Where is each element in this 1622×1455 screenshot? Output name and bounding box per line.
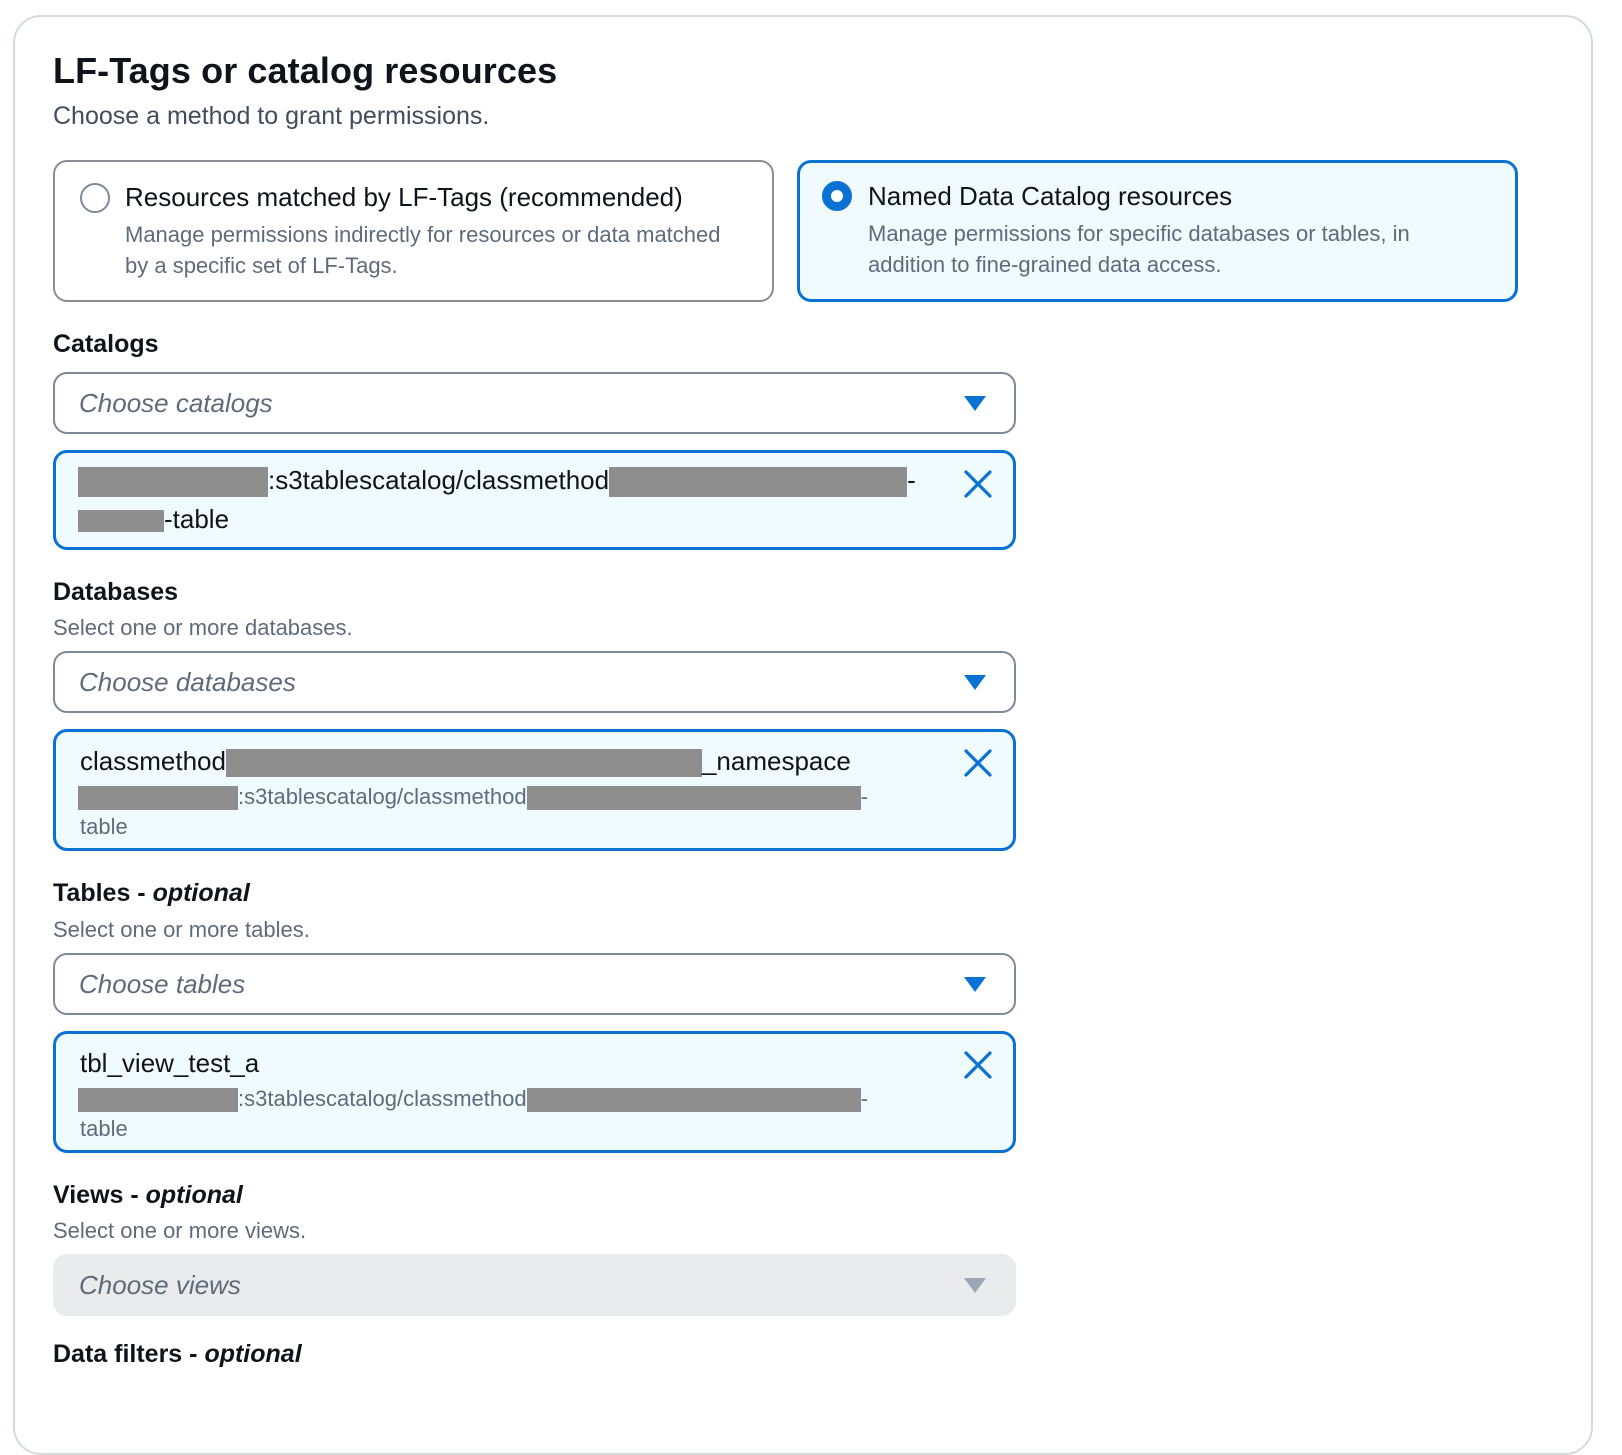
tables-description: Select one or more tables. (53, 917, 310, 942)
catalog-token: :s3tablescatalog/classmethod - -table (53, 450, 1016, 550)
caret-down-icon (964, 675, 986, 690)
table-token-name: tbl_view_test_a (80, 1048, 260, 1078)
caret-down-icon (964, 977, 986, 992)
radio-selected-icon[interactable] (822, 181, 852, 211)
method-description: Manage permissions for specific database… (868, 221, 1410, 277)
views-label: Views - optional (53, 1181, 243, 1209)
method-description: Manage permissions indirectly for resour… (125, 222, 721, 278)
table-token: tbl_view_test_a :s3tablescatalog/classme… (53, 1031, 1016, 1153)
tables-placeholder: Choose tables (79, 969, 246, 999)
radio-icon[interactable] (80, 183, 110, 213)
method-tile-named-resources[interactable]: Named Data Catalog resources Manage perm… (797, 160, 1518, 302)
tables-label: Tables - optional (53, 879, 250, 907)
method-title: Resources matched by LF-Tags (recommende… (125, 182, 683, 212)
close-icon[interactable] (961, 746, 995, 780)
redacted-block (225, 749, 702, 778)
caret-down-icon (964, 396, 986, 411)
page-title: LF-Tags or catalog resources (53, 50, 558, 91)
redacted-block (78, 1088, 238, 1113)
catalog-token-line-1: :s3tablescatalog/classmethod - (78, 465, 916, 498)
views-placeholder: Choose views (79, 1270, 241, 1300)
close-icon[interactable] (961, 467, 995, 501)
database-token-catalog: :s3tablescatalog/classmethod - (78, 784, 868, 811)
databases-placeholder: Choose databases (79, 667, 296, 697)
redacted-block (609, 467, 908, 498)
section-description: Choose a method to grant permissions. (53, 102, 490, 130)
catalogs-label: Catalogs (53, 330, 159, 358)
catalog-token-line-2: -table (78, 504, 229, 535)
redacted-block (526, 1088, 861, 1113)
redacted-block (526, 786, 861, 811)
data-filters-label: Data filters - optional (53, 1340, 302, 1368)
views-select: Choose views (53, 1254, 1016, 1316)
redacted-block (78, 510, 164, 533)
views-description: Select one or more views. (53, 1218, 307, 1243)
database-token-name: classmethod _namespace (80, 746, 851, 778)
method-title: Named Data Catalog resources (868, 181, 1233, 211)
table-token-catalog: :s3tablescatalog/classmethod - (78, 1086, 868, 1113)
close-icon[interactable] (961, 1048, 995, 1082)
table-token-catalog-line-2: table (80, 1116, 128, 1141)
databases-description: Select one or more databases. (53, 615, 353, 640)
method-tile-lf-tags[interactable]: Resources matched by LF-Tags (recommende… (53, 160, 774, 302)
catalogs-select[interactable]: Choose catalogs (53, 372, 1016, 434)
catalogs-placeholder: Choose catalogs (79, 388, 273, 418)
caret-down-icon (964, 1278, 986, 1293)
database-token-catalog-line-2: table (80, 814, 128, 839)
databases-select[interactable]: Choose databases (53, 651, 1016, 713)
redacted-block (78, 467, 268, 498)
database-token: classmethod _namespace :s3tablescatalog/c… (53, 729, 1016, 851)
tables-select[interactable]: Choose tables (53, 953, 1016, 1015)
redacted-block (78, 786, 238, 811)
databases-label: Databases (53, 578, 179, 606)
